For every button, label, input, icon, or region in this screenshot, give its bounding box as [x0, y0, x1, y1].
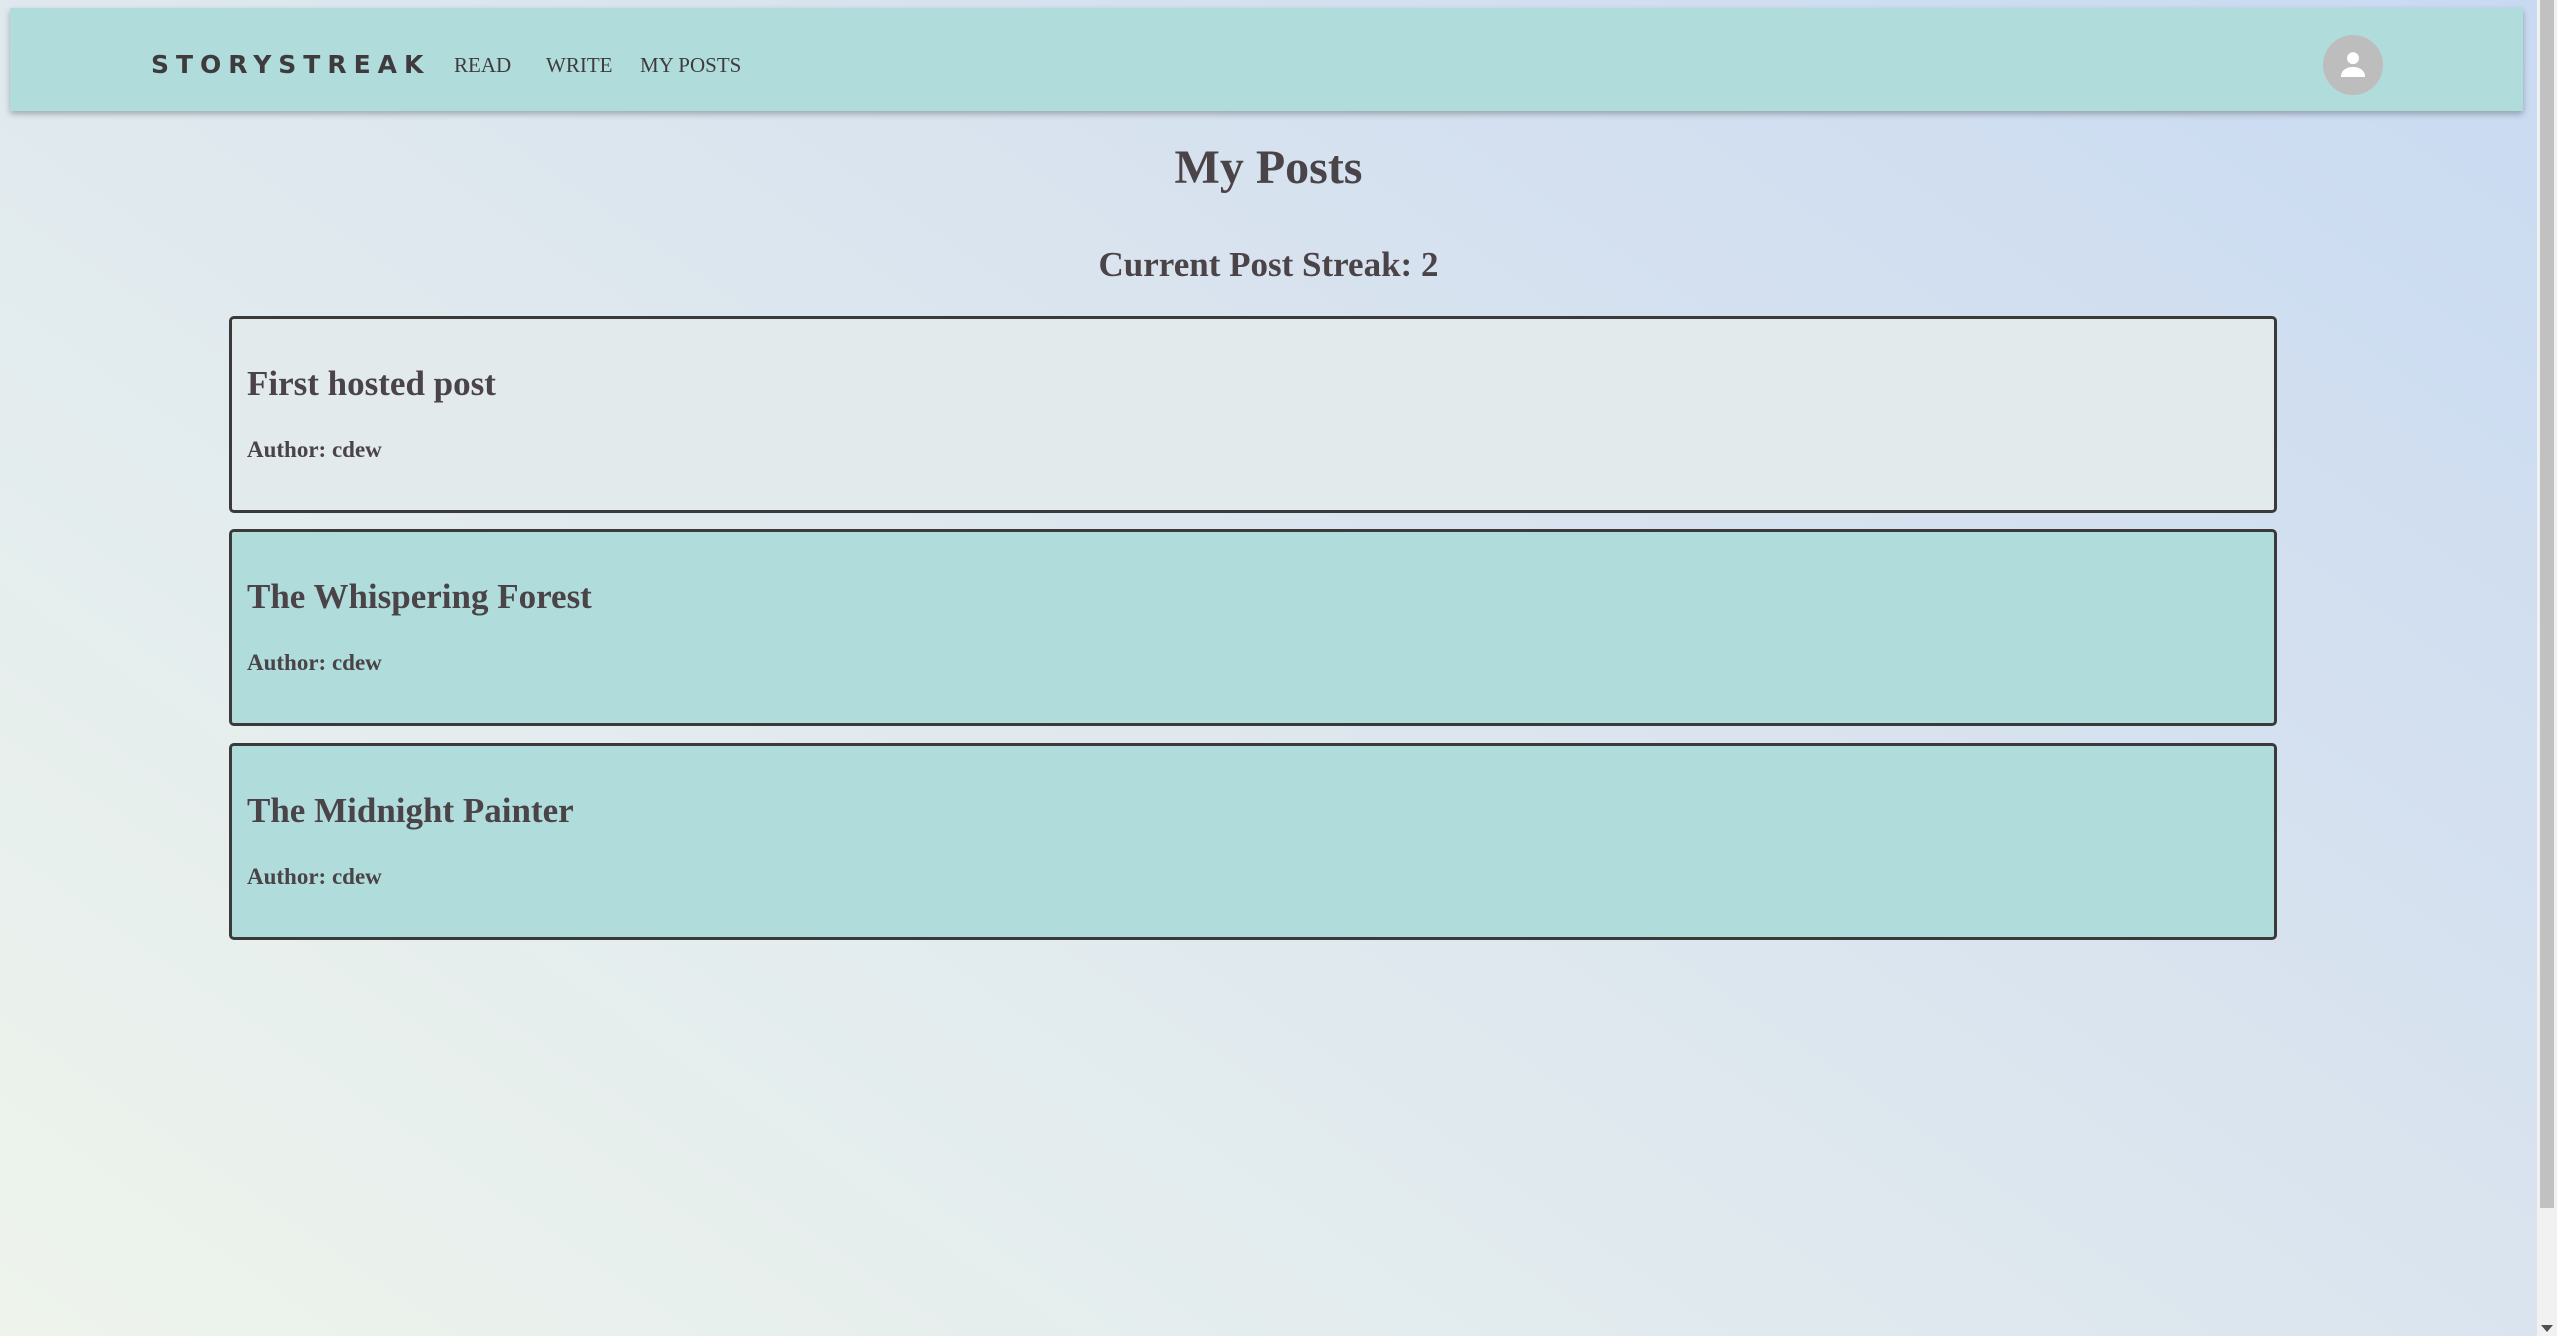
nav-link-write[interactable]: WRITE — [546, 52, 612, 78]
post-card[interactable]: First hosted post Author: cdew — [229, 316, 2277, 513]
post-card[interactable]: The Whispering Forest Author: cdew — [229, 529, 2277, 726]
post-author: Author: cdew — [247, 437, 382, 462]
vertical-scrollbar[interactable] — [2537, 0, 2557, 1336]
top-navbar: STORYSTREAK READ WRITE MY POSTS — [10, 8, 2523, 111]
post-title: The Whispering Forest — [247, 577, 592, 616]
avatar-button[interactable] — [2323, 35, 2383, 95]
page-title: My Posts — [1174, 141, 1363, 194]
nav-link-read[interactable]: READ — [454, 52, 511, 78]
nav-link-my-posts[interactable]: MY POSTS — [640, 52, 741, 78]
post-title: The Midnight Painter — [247, 791, 574, 830]
scroll-down-arrow-icon[interactable] — [2541, 1325, 2553, 1332]
scrollbar-thumb[interactable] — [2540, 0, 2554, 1208]
post-title: First hosted post — [247, 364, 496, 403]
post-card[interactable]: The Midnight Painter Author: cdew — [229, 743, 2277, 940]
post-streak-counter: Current Post Streak: 2 — [1098, 245, 1439, 284]
post-author: Author: cdew — [247, 864, 382, 889]
brand-logo[interactable]: STORYSTREAK — [151, 50, 430, 80]
account-circle-icon — [2340, 52, 2366, 78]
post-author: Author: cdew — [247, 650, 382, 675]
